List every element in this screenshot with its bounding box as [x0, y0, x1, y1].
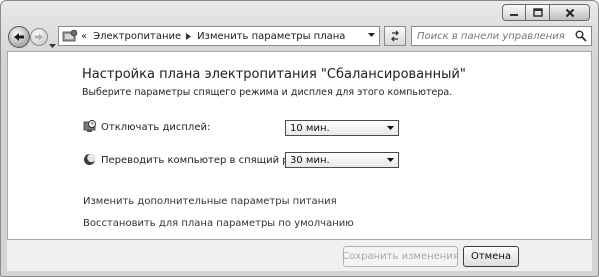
arrow-right-icon — [35, 33, 43, 41]
control-panel-window: « Электропитание Изменить параметры план… — [0, 0, 599, 277]
control-panel-icon — [62, 29, 78, 42]
search-box[interactable] — [411, 26, 592, 46]
sleep-value: 30 мин. — [290, 155, 330, 166]
refresh-button[interactable] — [384, 26, 406, 46]
forward-button[interactable] — [30, 28, 48, 46]
moon-icon — [84, 153, 96, 165]
button-bar: Сохранить изменения Отмена — [7, 240, 592, 271]
caption-buttons — [502, 4, 590, 21]
monitor-clock-icon — [83, 120, 96, 132]
main-content: Настройка плана электропитания "Сбаланси… — [7, 51, 592, 240]
cancel-button[interactable]: Отмена — [463, 246, 519, 267]
close-icon — [565, 8, 574, 17]
display-off-value: 10 мин. — [290, 123, 330, 134]
breadcrumb-power-options[interactable]: Электропитание — [93, 31, 181, 42]
address-bar[interactable]: « Электропитание Изменить параметры план… — [58, 26, 380, 46]
minimize-icon — [510, 13, 518, 16]
minimize-button[interactable] — [502, 4, 526, 21]
chevron-down-icon — [49, 44, 56, 48]
chevron-down-icon — [387, 126, 394, 130]
breadcrumb-edit-plan[interactable]: Изменить параметры плана — [197, 31, 345, 42]
page-subtitle: Выберите параметры спящего режима и дисп… — [82, 87, 453, 98]
maximize-button[interactable] — [526, 4, 550, 21]
arrow-left-icon — [14, 33, 24, 41]
chevron-down-icon[interactable] — [368, 33, 375, 38]
breadcrumb-overflow[interactable]: « — [81, 31, 87, 42]
chevron-down-icon — [387, 158, 394, 162]
close-button[interactable] — [550, 4, 590, 21]
back-button[interactable] — [8, 26, 30, 48]
display-off-label: Отключать дисплей: — [101, 122, 211, 133]
page-title: Настройка плана электропитания "Сбаланси… — [82, 67, 466, 82]
display-off-select[interactable]: 10 мин. — [285, 120, 399, 136]
search-input[interactable] — [417, 29, 567, 43]
sleep-select[interactable]: 30 мин. — [285, 152, 399, 168]
refresh-icon — [391, 30, 399, 42]
advanced-settings-link[interactable]: Изменить дополнительные параметры питани… — [83, 196, 337, 207]
breadcrumb-separator-icon[interactable] — [186, 32, 192, 40]
maximize-icon — [532, 8, 543, 17]
restore-defaults-link[interactable]: Восстановить для плана параметры по умол… — [83, 218, 354, 229]
search-icon[interactable] — [575, 30, 587, 42]
save-button[interactable]: Сохранить изменения — [342, 246, 459, 267]
